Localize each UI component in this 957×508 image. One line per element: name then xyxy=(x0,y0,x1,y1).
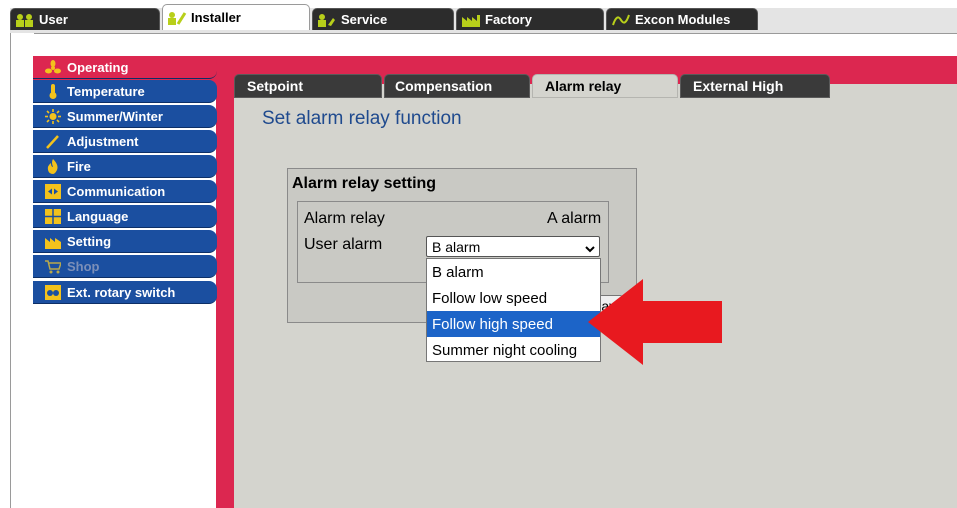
select-value: B alarm xyxy=(432,238,481,255)
sidebar-item-label: Temperature xyxy=(67,83,145,99)
tab-compensation-label: Compensation xyxy=(395,78,493,94)
sidebar-item-setting[interactable]: Setting xyxy=(33,230,217,253)
tab-installer[interactable]: Installer xyxy=(162,4,310,30)
tab-setpoint[interactable]: Setpoint xyxy=(234,74,382,98)
tab-factory[interactable]: Factory xyxy=(456,8,604,30)
tab-setpoint-label: Setpoint xyxy=(247,78,303,94)
alarm-relay-label: Alarm relay xyxy=(304,210,385,227)
user-alarm-label: User alarm xyxy=(304,236,383,253)
tab-excon-modules-label: Excon Modules xyxy=(635,12,731,27)
thermometer-icon xyxy=(45,84,61,99)
sidebar-item-label: Ext. rotary switch xyxy=(67,284,176,300)
tab-external-high[interactable]: External High xyxy=(680,74,830,98)
cart-icon xyxy=(45,259,63,274)
fan-icon xyxy=(45,60,61,75)
wrench-icon xyxy=(45,134,61,149)
sidebar-item-label: Operating xyxy=(67,59,129,75)
sidebar-item-label: Adjustment xyxy=(67,133,139,149)
sidebar-item-shop[interactable]: Shop xyxy=(33,255,217,278)
setting-icon xyxy=(45,234,61,249)
left-frame xyxy=(10,33,34,508)
option-follow-high-speed[interactable]: Follow high speed xyxy=(427,311,600,337)
users-icon xyxy=(15,13,35,27)
tab-service-label: Service xyxy=(341,12,388,27)
sidebar-item-label: Setting xyxy=(67,233,112,249)
sidebar-item-label: Communication xyxy=(67,183,166,199)
page-title: Set alarm relay function xyxy=(262,108,462,129)
sidebar-item-language[interactable]: Language xyxy=(33,205,217,228)
tab-external-high-label: External High xyxy=(693,78,784,94)
alarm-relay-value: A alarm xyxy=(547,210,602,227)
sidebar-item-communication[interactable]: Communication xyxy=(33,180,217,203)
top-tab-bar: User Installer Service Factory Excon Mod… xyxy=(10,4,957,34)
sidebar-item-operating[interactable]: Operating xyxy=(33,56,217,79)
sidebar-item-summer-winter[interactable]: Summer/Winter xyxy=(33,105,217,128)
red-frame-left xyxy=(216,84,234,508)
modules-icon xyxy=(611,13,631,27)
language-icon xyxy=(45,209,61,224)
sidebar-item-label: Language xyxy=(67,208,129,224)
sidebar-item-fire[interactable]: Fire xyxy=(33,155,217,178)
tab-alarm-relay-label: Alarm relay xyxy=(545,78,622,94)
chevron-down-icon xyxy=(585,241,595,253)
sidebar-item-label: Shop xyxy=(67,258,100,274)
sidebar-item-label: Fire xyxy=(67,158,91,174)
installer-icon xyxy=(167,11,187,25)
communication-icon xyxy=(45,184,61,199)
arrow-annotation-icon xyxy=(588,279,722,365)
service-icon xyxy=(317,13,337,27)
tab-installer-label: Installer xyxy=(191,10,241,25)
tab-factory-label: Factory xyxy=(485,12,532,27)
option-b-alarm[interactable]: B alarm xyxy=(427,259,600,285)
tab-service[interactable]: Service xyxy=(312,8,454,30)
sub-tab-bar: Setpoint Compensation Alarm relay Extern… xyxy=(234,74,957,98)
tab-user[interactable]: User xyxy=(10,8,160,30)
option-follow-low-speed[interactable]: Follow low speed xyxy=(427,285,600,311)
tab-alarm-relay[interactable]: Alarm relay xyxy=(532,74,678,98)
sidebar-item-adjustment[interactable]: Adjustment xyxy=(33,130,217,153)
sidebar-item-temperature[interactable]: Temperature xyxy=(33,80,217,103)
dialog-title: Alarm relay setting xyxy=(292,175,437,192)
user-alarm-select[interactable]: B alarm xyxy=(426,236,600,257)
tab-compensation[interactable]: Compensation xyxy=(384,74,530,98)
sun-icon xyxy=(45,109,61,124)
sidebar-item-ext-rotary-switch[interactable]: Ext. rotary switch xyxy=(33,281,217,304)
factory-icon xyxy=(461,13,481,27)
app-window: User Installer Service Factory Excon Mod… xyxy=(0,0,957,508)
tab-user-label: User xyxy=(39,12,68,27)
sidebar-item-label: Summer/Winter xyxy=(67,108,163,124)
dropdown-list: B alarm Follow low speed Follow high spe… xyxy=(426,258,601,362)
fire-icon xyxy=(45,159,61,174)
option-summer-night-cooling[interactable]: Summer night cooling xyxy=(427,337,600,363)
tab-excon-modules[interactable]: Excon Modules xyxy=(606,8,758,30)
rotary-switch-icon xyxy=(45,285,61,300)
